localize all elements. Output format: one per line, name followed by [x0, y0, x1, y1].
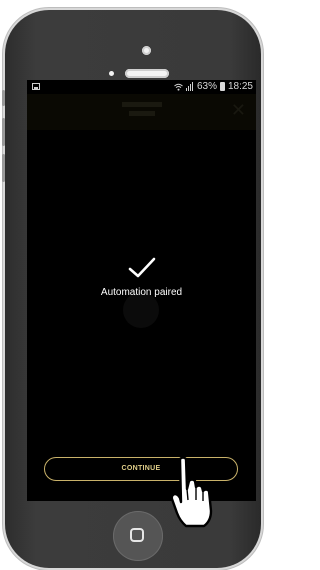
image-icon — [32, 83, 40, 90]
signal-icon — [185, 82, 194, 91]
battery-icon — [219, 82, 225, 91]
close-icon: ✕ — [230, 100, 246, 120]
phone-camera — [142, 46, 151, 55]
clock-time: 18:25 — [227, 81, 253, 92]
home-button[interactable] — [113, 511, 163, 561]
checkmark-icon — [128, 257, 156, 278]
dimmed-header-title — [97, 100, 187, 120]
home-square-icon — [130, 528, 144, 542]
wifi-icon — [174, 83, 183, 91]
app-screen: 63% 18:25 ✕ Automation paired CONTINUE — [27, 80, 256, 501]
dimmed-header: ✕ — [27, 94, 256, 130]
pointing-hand-icon — [170, 456, 213, 528]
status-message: Automation paired — [100, 287, 183, 298]
battery-percent: 63% — [196, 81, 217, 92]
phone-volume-down — [2, 154, 5, 182]
phone-volume-up — [2, 118, 5, 146]
phone-side-button — [2, 90, 5, 106]
status-right-group: 63% 18:25 — [174, 81, 253, 92]
phone-speaker — [125, 69, 169, 78]
status-bar: 63% 18:25 — [27, 80, 256, 94]
phone-sensor — [109, 71, 114, 76]
